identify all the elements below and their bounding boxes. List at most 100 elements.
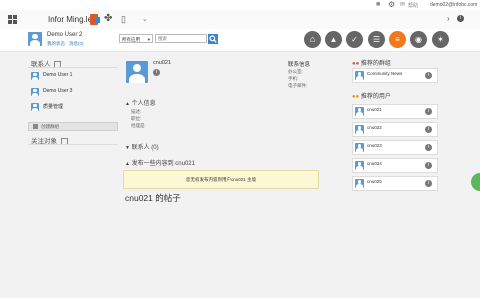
contacts-count-section[interactable]: ▼ 联系人 (0) <box>125 142 159 151</box>
profile-info-icon[interactable]: i <box>153 69 160 76</box>
group-name: Community News <box>367 71 403 76</box>
nav-home-button[interactable]: ⌂ <box>304 31 321 48</box>
profile-bar: Demo User 2 我的状态 消息(0) 所有应用 ▾ ⌂ ▲ ✓ ☰ ≡ … <box>0 29 480 52</box>
notification-icon[interactable]: ✉ <box>400 1 405 8</box>
user-card-name: cnu024 <box>367 161 382 166</box>
lock-icon[interactable]: ■ <box>376 1 380 8</box>
stat-link[interactable]: 消息(0) <box>69 41 84 47</box>
create-group-button[interactable]: 创建群组 <box>28 122 118 131</box>
groups-icon: ●● <box>352 61 360 67</box>
personal-info-section[interactable]: ▲ 个人信息 <box>125 98 156 107</box>
feed-icon: ≡ <box>395 34 400 44</box>
document-list-icon: ☰ <box>372 34 381 44</box>
users-icon: ●● <box>352 94 360 100</box>
user-card-name: cnu022 <box>367 125 382 130</box>
side-feedback-tab[interactable] <box>471 173 480 191</box>
create-group-label: 创建群组 <box>41 124 59 129</box>
office-field: 办公室: <box>288 69 303 74</box>
share-header: 发布一些内容到 cnu021 <box>131 161 195 167</box>
chevron-down-icon: ▲ <box>125 101 130 107</box>
contacts-count-header: 联系人 (0) <box>131 145 159 151</box>
search-button[interactable] <box>208 34 218 44</box>
search-scope-select[interactable]: 所有应用 ▾ <box>119 34 153 43</box>
user-card-name: cnu023 <box>367 143 382 148</box>
nav-tasks-button[interactable]: ✓ <box>346 31 363 48</box>
contact-avatar <box>31 88 39 96</box>
center-panel: cnu021 i 联系信息 办公室: 手机: 电子邮件: ▲ 个人信息 描述: … <box>122 56 322 206</box>
profile-name[interactable]: Demo User 2 <box>47 32 82 38</box>
group-card[interactable]: Community News i <box>352 68 438 83</box>
recommended-groups-header: ●● 推荐的群组 <box>352 58 391 67</box>
next-arrow-icon[interactable]: › <box>447 14 450 23</box>
home-icon: ⌂ <box>309 34 316 44</box>
user-email[interactable]: demo02@infobc.com <box>430 2 477 8</box>
profile-avatar-large <box>126 61 148 83</box>
nav-social-button[interactable]: ◉ <box>410 31 427 48</box>
user-info-icon[interactable]: i <box>425 126 432 133</box>
user-card[interactable]: cnu023 i <box>352 140 438 155</box>
profile-username: cnu021 <box>153 60 172 66</box>
search-scope-value: 所有应用 <box>122 37 140 42</box>
user-card-avatar <box>355 161 364 170</box>
contact-name: Demo User 3 <box>43 88 73 94</box>
recommended-users-header: ●● 推荐的用户 <box>352 91 391 100</box>
chevron-down-icon: ▾ <box>147 37 150 42</box>
status-link[interactable]: 我的状态 <box>47 41 65 47</box>
chevron-down-icon: ▲ <box>125 161 130 167</box>
nav-documents-button[interactable]: ☰ <box>368 31 385 48</box>
user-info-icon[interactable]: i <box>425 180 432 187</box>
warning-icon: ▲ <box>329 34 338 44</box>
document-icon[interactable]: ▯ <box>121 14 126 25</box>
user-card[interactable]: cnu022 i <box>352 122 438 137</box>
contact-name: Demo User 1 <box>43 72 73 78</box>
app-bar: Infor Ming.le ✤ ▯ ⌄ › i <box>0 10 480 30</box>
group-avatar <box>355 71 364 80</box>
description-field: 描述: <box>131 109 142 114</box>
user-card-avatar <box>355 107 364 116</box>
share-section[interactable]: ▲ 发布一些内容到 cnu021 <box>125 158 195 167</box>
user-card[interactable]: cnu024 i <box>352 158 438 173</box>
share-icon: ✶ <box>437 34 444 44</box>
user-card-name: cnu025 <box>367 179 382 184</box>
nav-alerts-button[interactable]: ▲ <box>325 31 342 48</box>
permission-notice: 您无权发布内容到用户cnu021 主墙 <box>123 170 319 189</box>
user-card[interactable]: cnu025 i <box>352 176 438 191</box>
contacts-divider <box>28 67 118 68</box>
brand-name[interactable]: Infor Ming.le <box>48 15 92 24</box>
permission-notice-text: 您无权发布内容到用户cnu021 主墙 <box>185 177 256 182</box>
search-icon <box>209 35 217 43</box>
manager-field: 经理是: <box>131 123 146 128</box>
clipboard-icon: ✓ <box>351 34 358 44</box>
search-input[interactable] <box>155 34 207 43</box>
settings-icon[interactable]: ⚙ <box>388 0 395 9</box>
bookmark-icon[interactable]: ✤ <box>104 13 112 24</box>
group-info-icon[interactable]: i <box>425 72 432 79</box>
menu-chevron-icon[interactable]: ⌄ <box>142 15 148 23</box>
user-card-avatar <box>355 125 364 134</box>
user-info-icon[interactable]: i <box>425 162 432 169</box>
help-text[interactable]: 帮助 <box>408 2 418 9</box>
contact-avatar <box>31 72 39 80</box>
app-icon-accent <box>95 17 100 23</box>
user-info-icon[interactable]: i <box>425 144 432 151</box>
user-card-name: cnu021 <box>367 107 382 112</box>
posts-title: cnu021 的帖子 <box>125 193 181 203</box>
left-panel: 联系人 Demo User 1 Demo User 3 质量管理 创建群组 关注… <box>28 56 118 156</box>
user-info-icon[interactable]: i <box>425 108 432 115</box>
title-field: 职位: <box>131 116 142 121</box>
contact-name: 质量管理 <box>43 104 64 110</box>
user-avatar[interactable] <box>28 32 42 46</box>
user-card[interactable]: cnu021 i <box>352 104 438 119</box>
mobile-field: 手机: <box>288 76 299 81</box>
right-panel: ●● 推荐的群组 Community News i ●● 推荐的用户 cnu02… <box>350 56 440 196</box>
follow-divider <box>28 144 118 145</box>
recommended-users-label: 推荐的用户 <box>360 94 391 100</box>
info-icon[interactable]: i <box>457 15 464 22</box>
user-card-avatar <box>355 143 364 152</box>
personal-info-header: 个人信息 <box>131 101 156 107</box>
contact-info-header: 联系信息 <box>288 62 311 68</box>
nav-share-button[interactable]: ✶ <box>432 31 449 48</box>
social-icon: ◉ <box>415 34 422 44</box>
nav-feed-button[interactable]: ≡ <box>389 31 406 48</box>
home-logo-icon[interactable] <box>8 15 18 24</box>
